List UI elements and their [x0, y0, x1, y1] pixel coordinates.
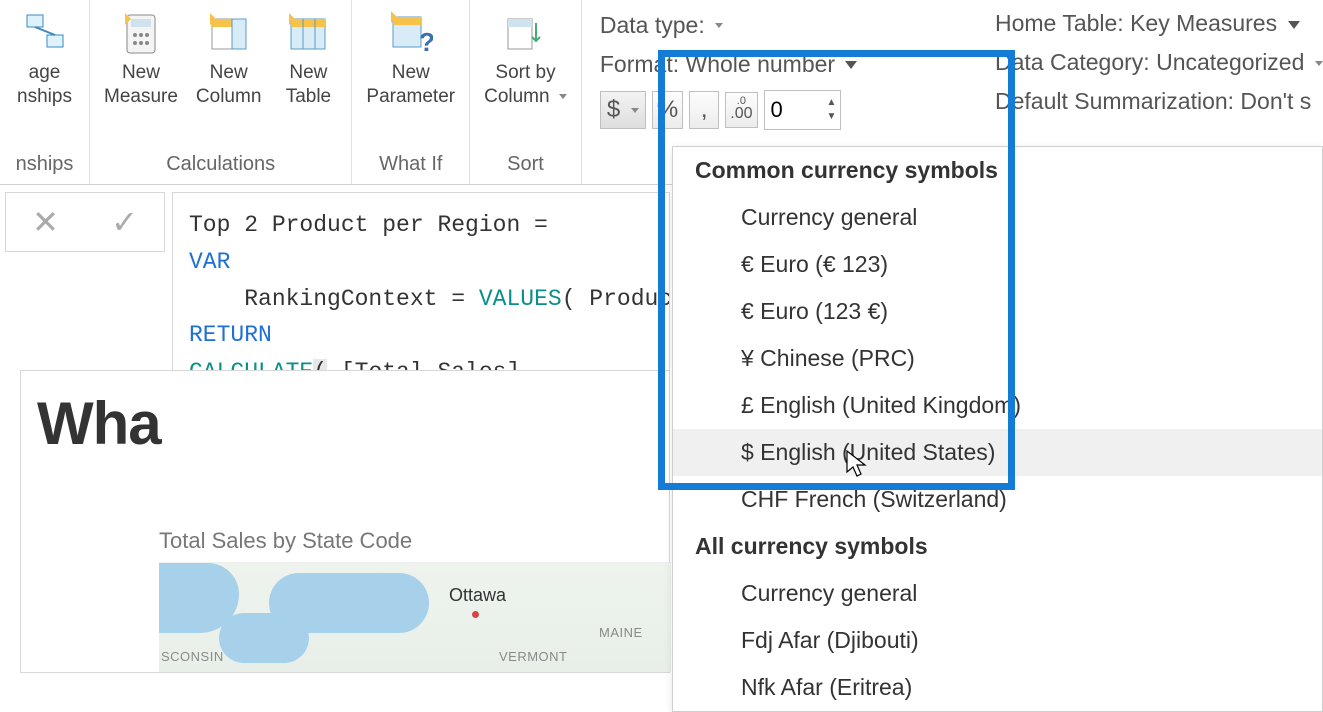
currency-option[interactable]: £ English (United Kingdom): [673, 382, 1322, 429]
currency-format-button[interactable]: $: [600, 91, 646, 129]
cancel-icon[interactable]: ✕: [32, 203, 59, 241]
parameter-icon: ?: [387, 9, 435, 57]
group-label-sort: Sort: [507, 153, 544, 180]
home-table-row[interactable]: Home Table: Key Measures: [995, 10, 1323, 37]
new-column-button[interactable]: NewColumn: [190, 5, 267, 113]
currency-option[interactable]: € Euro (123 €): [673, 288, 1322, 335]
relationships-icon: [21, 9, 69, 57]
label-sconsin: SCONSIN: [161, 649, 224, 664]
new-measure-button[interactable]: NewMeasure: [98, 5, 184, 113]
chevron-down-icon: [1315, 61, 1323, 66]
table-column-icon: [205, 9, 253, 57]
spin-up[interactable]: ▲: [823, 96, 841, 110]
decimal-format-button[interactable]: .0.00: [725, 92, 757, 128]
group-label-relationships: nships: [16, 153, 74, 180]
format-label: Format: Whole number: [600, 51, 835, 78]
report-canvas[interactable]: Wha Total Sales by State Code Ottawa MAI…: [20, 370, 670, 673]
spin-down[interactable]: ▼: [823, 110, 841, 124]
group-label-calculations: Calculations: [166, 153, 275, 180]
map-visual[interactable]: Ottawa MAINE VERMONT SCONSIN: [159, 562, 671, 672]
label-vermont: VERMONT: [499, 649, 568, 664]
manage-relationships-top: age: [29, 62, 61, 83]
manage-relationships-bottom: nships: [17, 86, 72, 107]
currency-option[interactable]: Currency general: [673, 194, 1322, 241]
ribbon-group-sort: Sort byColumn Sort: [470, 0, 582, 184]
currency-option[interactable]: Nfk Afar (Eritrea): [673, 664, 1322, 711]
ribbon-group-relationships: age nships nships: [0, 0, 90, 184]
sort-icon: [501, 9, 549, 57]
chevron-down-icon: [631, 108, 639, 113]
currency-option[interactable]: Fdj Afar (Djibouti): [673, 617, 1322, 664]
thousand-sep-button[interactable]: ,: [689, 91, 719, 129]
percent-format-button[interactable]: %: [652, 91, 683, 129]
chevron-down-icon: [559, 94, 567, 99]
table-icon: [284, 9, 332, 57]
ribbon-group-calculations: NewMeasure NewColumn NewTable Calculatio…: [90, 0, 352, 184]
currency-option[interactable]: Currency general: [673, 570, 1322, 617]
data-category-row[interactable]: Data Category: Uncategorized: [995, 49, 1323, 76]
group-label-whatif: What If: [379, 153, 442, 180]
currency-option[interactable]: $ English (United States): [673, 429, 1322, 476]
properties-right: Home Table: Key Measures Data Category: …: [995, 10, 1323, 127]
chart-title: Total Sales by State Code: [159, 528, 669, 554]
currency-option[interactable]: ¥ Chinese (PRC): [673, 335, 1322, 382]
formula-bar-controls: ✕ ✓: [5, 192, 165, 252]
decimal-places-field[interactable]: [765, 95, 823, 125]
default-summarization-row[interactable]: Default Summarization: Don't s: [995, 88, 1323, 115]
svg-text:?: ?: [419, 27, 433, 55]
calculator-icon: [117, 9, 165, 57]
new-parameter-button[interactable]: ? NewParameter: [360, 5, 461, 113]
dropdown-header-all: All currency symbols: [673, 523, 1322, 570]
currency-option[interactable]: € Euro (€ 123): [673, 241, 1322, 288]
chevron-down-icon: [1288, 21, 1300, 29]
city-ottawa: Ottawa: [449, 585, 506, 606]
accept-icon[interactable]: ✓: [111, 203, 138, 241]
manage-relationships-button[interactable]: age nships: [10, 5, 80, 113]
datatype-label: Data type:: [600, 12, 705, 39]
chevron-down-icon: [715, 23, 723, 28]
sort-by-column-button[interactable]: Sort byColumn: [478, 5, 573, 113]
currency-dropdown[interactable]: Common currency symbols Currency general…: [672, 146, 1323, 712]
dropdown-header-common: Common currency symbols: [673, 147, 1322, 194]
new-table-button[interactable]: NewTable: [273, 5, 343, 113]
ribbon-group-whatif: ? NewParameter What If: [352, 0, 470, 184]
decimal-places-input[interactable]: ▲ ▼: [764, 90, 842, 130]
page-title: Wha: [21, 389, 669, 458]
chevron-down-icon: [845, 61, 857, 69]
label-maine: MAINE: [599, 625, 643, 640]
currency-option[interactable]: CHF French (Switzerland): [673, 476, 1322, 523]
